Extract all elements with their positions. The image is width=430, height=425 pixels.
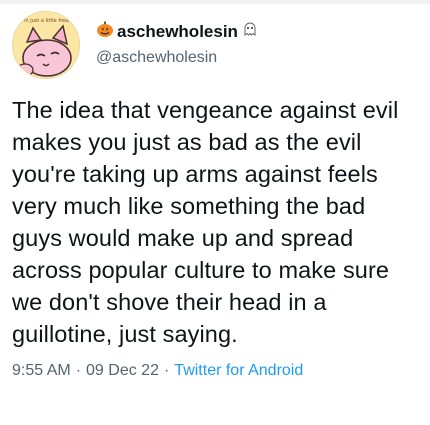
top-divider (0, 0, 430, 4)
meta-separator: · (163, 362, 170, 379)
tweet-card: I'm just a little freak aschewholesin @a… (12, 10, 418, 382)
avatar[interactable]: I'm just a little freak (12, 11, 80, 79)
tweet-text: The idea that vengeance against evil mak… (12, 97, 399, 347)
tweet-source-link[interactable]: Twitter for Android (174, 360, 303, 382)
user-block: aschewholesin @aschewholesin (96, 20, 257, 70)
tweet-meta: 9:55 AM · 09 Dec 22 · Twitter for Androi… (12, 360, 418, 382)
tweet-date[interactable]: 09 Dec 22 (86, 360, 159, 382)
tweet-header: I'm just a little freak aschewholesin @a… (12, 10, 418, 80)
display-name-row[interactable]: aschewholesin (96, 20, 257, 44)
ghost-emoji-icon (243, 21, 257, 43)
avatar-cat-drawing-icon (16, 24, 72, 77)
tweet-time[interactable]: 9:55 AM (12, 360, 71, 382)
pumpkin-emoji-icon (96, 20, 114, 44)
meta-separator: · (75, 362, 82, 379)
user-handle[interactable]: @aschewholesin (96, 46, 257, 70)
display-name: aschewholesin (117, 22, 238, 41)
